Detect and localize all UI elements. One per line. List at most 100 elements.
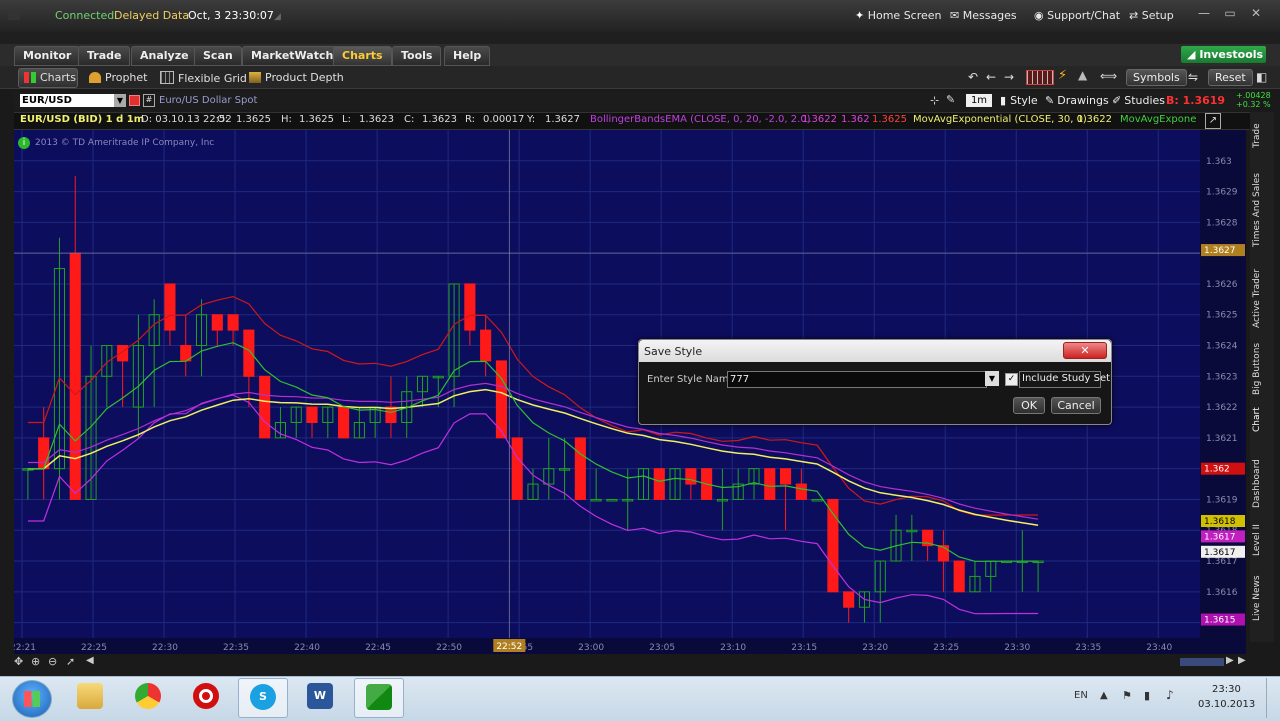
subtab-charts[interactable]: Charts	[24, 71, 76, 84]
time-axis[interactable]: 22:2122:2522:3022:3522:4022:4522:5022:55…	[10, 638, 1246, 654]
tab-analyze[interactable]: Analyze	[131, 46, 198, 66]
undo-icon[interactable]: ↶	[968, 70, 978, 84]
link-icon[interactable]: ⟺	[1100, 69, 1117, 83]
lightning-icon[interactable]: ⚡	[1058, 68, 1067, 83]
collapse-arrow-icon[interactable]: ↗	[1205, 113, 1221, 129]
info-bubble-icon[interactable]: i	[18, 137, 30, 149]
messages-button[interactable]: ✉ Messages	[950, 9, 1017, 22]
prophet-label: Prophet	[105, 71, 148, 84]
crosshair-icon[interactable]: ⊹	[930, 94, 939, 107]
subtab-product-depth[interactable]: Product Depth	[249, 71, 344, 84]
price-axis[interactable]: 1.363 1.3629 1.3628 1.3627 1.3626 1.3625 1.362…	[1200, 130, 1246, 638]
chart-scroll-bar[interactable]	[12, 655, 1248, 669]
scroll-end-icon[interactable]: ▶	[1238, 655, 1246, 666]
tab-trade[interactable]: Trade	[78, 46, 131, 66]
sidetab-level-ii[interactable]: Level II	[1252, 520, 1270, 560]
price-badge-bottom-label: 1.3615	[1204, 616, 1236, 626]
cancel-button[interactable]: Cancel	[1051, 397, 1101, 414]
pan-icon[interactable]: ✥	[14, 655, 23, 668]
scroll-left-icon[interactable]: ◀	[86, 655, 94, 666]
taskbar-opera[interactable]	[182, 678, 230, 716]
ok-button[interactable]: OK	[1013, 397, 1045, 414]
link-color-icon[interactable]	[129, 95, 140, 106]
investools-button[interactable]: ◢ Investools	[1181, 46, 1266, 63]
volume-icon[interactable]: ♪	[1166, 688, 1174, 702]
dialog-close-button[interactable]: ✕	[1063, 342, 1107, 359]
taskbar-chrome[interactable]	[124, 678, 172, 716]
alert-bell-icon[interactable]: ▲	[1078, 68, 1087, 82]
tray-expand-icon[interactable]: ▲	[1100, 690, 1108, 701]
sidetab-chart[interactable]: Chart	[1252, 404, 1270, 436]
grid-layout-icon[interactable]	[1026, 70, 1054, 85]
home-screen-label: Home Screen	[867, 9, 942, 22]
language-indicator[interactable]: EN	[1074, 690, 1088, 701]
save-style-dialog: Save Style ✕ Enter Style Name 777 ▼ ✓ In…	[638, 339, 1112, 425]
wrench-icon[interactable]: ✎	[946, 93, 955, 106]
start-button[interactable]	[12, 680, 52, 718]
network-icon[interactable]: ▮	[1144, 689, 1150, 702]
price-badge-cursor-label: 1.3627	[1204, 246, 1236, 256]
reset-button[interactable]: Reset	[1208, 69, 1253, 86]
subtab-prophet[interactable]: Prophet	[89, 71, 148, 84]
sidetab-live-news[interactable]: Live News	[1252, 570, 1270, 626]
sidetab-trade[interactable]: Trade	[1252, 116, 1270, 156]
candle-body	[511, 437, 523, 500]
minimize-button[interactable]: —	[1194, 6, 1214, 22]
drawings-menu[interactable]: ✎ Drawings	[1045, 94, 1109, 107]
forward-arrow-icon[interactable]: →	[1004, 70, 1014, 84]
style-name-input[interactable]: 777	[727, 371, 987, 388]
sidetab-big-buttons[interactable]: Big Buttons	[1252, 340, 1270, 398]
symbol-input[interactable]: EUR/USD	[20, 94, 116, 107]
tab-help[interactable]: Help	[444, 46, 491, 66]
bid-price: B: 1.3619	[1166, 94, 1226, 107]
tab-marketwatch[interactable]: MarketWatch	[242, 46, 343, 66]
cursor-icon[interactable]: ➚	[66, 655, 75, 668]
zoom-out-icon[interactable]: ⊖	[48, 655, 57, 668]
scroll-right-icon[interactable]: ▶	[1226, 655, 1234, 666]
series-label: EUR/USD (BID) 1 d 1m	[20, 114, 145, 125]
tray-time[interactable]: 23:30	[1212, 684, 1241, 695]
back-arrow-icon[interactable]: ←	[986, 70, 996, 84]
setup-button[interactable]: ⇄ Setup	[1129, 9, 1174, 22]
style-menu[interactable]: ▮ Style	[1000, 94, 1038, 107]
movavg2-label: MovAvgExpone	[1120, 114, 1197, 125]
maximize-button[interactable]: ▭	[1220, 6, 1240, 22]
sidetab-times-and-sales[interactable]: Times And Sales	[1252, 168, 1270, 252]
scroll-thumb[interactable]	[1180, 658, 1224, 666]
symbol-info-icon[interactable]: #	[143, 94, 155, 107]
candle-body	[164, 283, 176, 331]
style-name-dropdown-icon[interactable]: ▼	[985, 371, 999, 386]
pin-icon[interactable]: ◧	[1256, 70, 1267, 84]
studies-menu[interactable]: ✐ Studies	[1112, 94, 1165, 107]
sidetab-active-trader[interactable]: Active Trader	[1252, 262, 1270, 334]
taskbar-file-explorer[interactable]	[66, 678, 114, 716]
action-center-icon[interactable]: ⚑	[1122, 689, 1132, 702]
high-value: 1.3625	[299, 114, 334, 125]
symbols-button[interactable]: Symbols	[1126, 69, 1187, 86]
show-desktop-button[interactable]	[1266, 678, 1279, 718]
candle-body	[937, 545, 949, 562]
tab-monitor[interactable]: Monitor	[14, 46, 81, 66]
time-tick-label: 23:15	[791, 643, 817, 653]
tab-scan[interactable]: Scan	[194, 46, 242, 66]
home-screen-button[interactable]: ✦ Home Screen	[855, 9, 942, 22]
price-tick-label: 1.3617	[1206, 557, 1238, 567]
include-study-set-checkbox[interactable]: ✓	[1005, 373, 1018, 386]
support-chat-button[interactable]: ◉ Support/Chat	[1034, 9, 1120, 22]
symbol-dropdown-icon[interactable]: ▼	[114, 94, 126, 107]
folder-icon	[77, 683, 103, 709]
candle-body	[780, 468, 792, 485]
app-menu-icon[interactable]	[8, 10, 20, 20]
taskbar-word[interactable]: W	[296, 678, 344, 716]
timeframe-selector[interactable]: 1m	[966, 94, 992, 107]
taskbar-skype[interactable]: S	[238, 678, 288, 718]
tab-charts[interactable]: Charts	[333, 46, 392, 66]
zoom-in-icon[interactable]: ⊕	[31, 655, 40, 668]
taskbar-thinkorswim[interactable]	[354, 678, 404, 718]
sidetab-dashboard[interactable]: Dashboard	[1252, 456, 1270, 512]
tray-date[interactable]: 03.10.2013	[1198, 699, 1255, 710]
close-window-button[interactable]: ✕	[1246, 6, 1266, 22]
subtab-flexible-grid[interactable]: Flexible Grid	[160, 71, 247, 85]
tab-tools[interactable]: Tools	[392, 46, 442, 66]
swap-icon[interactable]: ⇋	[1188, 70, 1198, 84]
